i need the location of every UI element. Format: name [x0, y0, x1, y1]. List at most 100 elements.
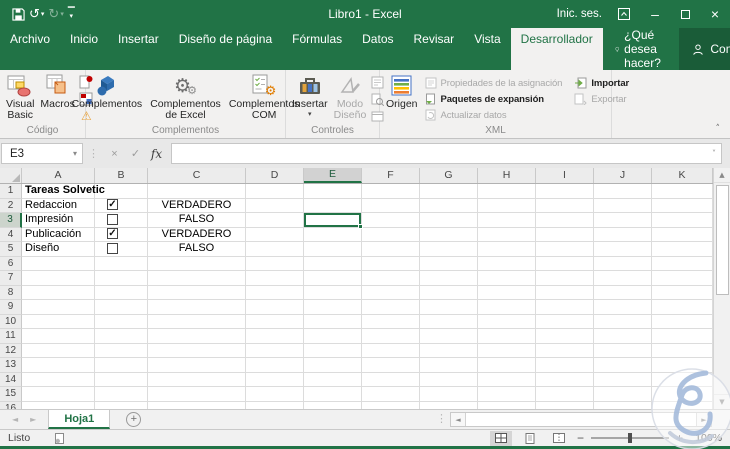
cell-G1[interactable] [420, 184, 478, 199]
cell-J4[interactable] [594, 227, 652, 242]
scroll-right-button[interactable]: ► [697, 413, 711, 426]
cell-H8[interactable] [478, 285, 536, 300]
cell-F11[interactable] [362, 329, 420, 344]
cell-A9[interactable] [22, 300, 95, 315]
paquetes-expansion-button[interactable]: Paquetes de expansión [425, 91, 563, 107]
cell-K10[interactable] [652, 314, 713, 329]
cell-I2[interactable] [536, 198, 594, 213]
cell-E4[interactable] [304, 227, 362, 242]
cell-J16[interactable] [594, 401, 652, 409]
cell-J7[interactable] [594, 271, 652, 286]
complementos-excel-button[interactable]: ⚙ ⚙ Complementos de Excel [147, 71, 224, 121]
cell-D11[interactable] [246, 329, 304, 344]
row-header-13[interactable]: 13 [0, 358, 22, 373]
row-header-3[interactable]: 3 [0, 213, 22, 228]
cell-H9[interactable] [478, 300, 536, 315]
cell-I10[interactable] [536, 314, 594, 329]
cell-J10[interactable] [594, 314, 652, 329]
column-header-B[interactable]: B [95, 168, 148, 183]
cell-H5[interactable] [478, 242, 536, 257]
cell-G13[interactable] [420, 358, 478, 373]
cell-F5[interactable] [362, 242, 420, 257]
modo-diseno-button[interactable]: Modo Diseño [331, 71, 370, 121]
select-all-button[interactable] [0, 168, 22, 183]
cell-F14[interactable] [362, 372, 420, 387]
cell-E3[interactable] [304, 213, 363, 229]
cell-I13[interactable] [536, 358, 594, 373]
undo-button[interactable]: ↺ ▾ [29, 8, 44, 21]
cell-G4[interactable] [420, 227, 478, 242]
cell-K15[interactable] [652, 387, 713, 402]
zoom-slider[interactable] [590, 433, 669, 443]
cell-G7[interactable] [420, 271, 478, 286]
cell-G3[interactable] [420, 213, 478, 228]
cell-K4[interactable] [652, 227, 713, 242]
cell-A3[interactable]: Impresión [22, 213, 95, 228]
row-header-10[interactable]: 10 [0, 314, 22, 329]
cell-K7[interactable] [652, 271, 713, 286]
cell-B9[interactable] [95, 300, 148, 315]
cell-J3[interactable] [594, 213, 652, 228]
cell-A12[interactable] [22, 343, 95, 358]
vertical-scrollbar-thumb[interactable] [715, 185, 729, 295]
cell-I3[interactable] [536, 213, 594, 228]
row-header-11[interactable]: 11 [0, 329, 22, 344]
cell-J2[interactable] [594, 198, 652, 213]
cell-I1[interactable] [536, 184, 594, 199]
cell-D14[interactable] [246, 372, 304, 387]
cell-A6[interactable] [22, 256, 95, 271]
save-button[interactable] [12, 7, 25, 21]
cell-I5[interactable] [536, 242, 594, 257]
vertical-scrollbar[interactable]: ▲ ▼ [713, 168, 730, 409]
column-header-E[interactable]: E [304, 168, 362, 183]
cell-C5[interactable]: FALSO [148, 242, 246, 257]
cell-H4[interactable] [478, 227, 536, 242]
page-break-view-button[interactable] [548, 431, 570, 446]
scroll-up-button[interactable]: ▲ [714, 168, 730, 183]
propiedades-asignacion-button[interactable]: Propiedades de la asignación [425, 75, 562, 91]
cell-B4[interactable]: ✓ [95, 227, 148, 242]
collapse-ribbon-button[interactable]: ˄ [716, 124, 721, 134]
cell-I9[interactable] [536, 300, 594, 315]
cell-E15[interactable] [304, 387, 362, 402]
cell-I16[interactable] [536, 401, 594, 409]
cell-C11[interactable] [148, 329, 246, 344]
cell-J11[interactable] [594, 329, 652, 344]
cell-I8[interactable] [536, 285, 594, 300]
row-header-6[interactable]: 6 [0, 256, 22, 271]
cell-K2[interactable] [652, 198, 713, 213]
cell-F9[interactable] [362, 300, 420, 315]
formula-input[interactable]: ˅ [171, 143, 722, 164]
cell-A2[interactable]: Redaccion [22, 198, 95, 213]
cell-F10[interactable] [362, 314, 420, 329]
tell-me-box[interactable]: ¿Qué desea hacer? [603, 28, 680, 70]
zoom-in-button[interactable]: + [676, 431, 683, 445]
cell-A13[interactable] [22, 358, 95, 373]
cell-E1[interactable] [304, 184, 362, 199]
cell-B5[interactable] [95, 242, 148, 257]
cell-B6[interactable] [95, 256, 148, 271]
cell-C15[interactable] [148, 387, 246, 402]
cell-A7[interactable] [22, 271, 95, 286]
cell-H2[interactable] [478, 198, 536, 213]
cell-H6[interactable] [478, 256, 536, 271]
cell-K11[interactable] [652, 329, 713, 344]
share-button[interactable]: Compartir [679, 28, 730, 70]
cell-F7[interactable] [362, 271, 420, 286]
cell-D3[interactable] [246, 213, 304, 228]
cell-A4[interactable]: Publicación [22, 227, 95, 242]
cell-E11[interactable] [304, 329, 362, 344]
row-header-16[interactable]: 16 [0, 401, 22, 409]
cell-E10[interactable] [304, 314, 362, 329]
cell-I4[interactable] [536, 227, 594, 242]
cell-H7[interactable] [478, 271, 536, 286]
form-checkbox-B2[interactable]: ✓ [107, 199, 118, 211]
cell-D1[interactable] [246, 184, 304, 199]
tab-diseno-de-pagina[interactable]: Diseño de página [169, 28, 282, 70]
close-button[interactable]: × [700, 0, 730, 28]
cell-G11[interactable] [420, 329, 478, 344]
next-sheet-button[interactable]: ► [30, 415, 36, 424]
cell-I12[interactable] [536, 343, 594, 358]
cell-J9[interactable] [594, 300, 652, 315]
cell-F4[interactable] [362, 227, 420, 242]
